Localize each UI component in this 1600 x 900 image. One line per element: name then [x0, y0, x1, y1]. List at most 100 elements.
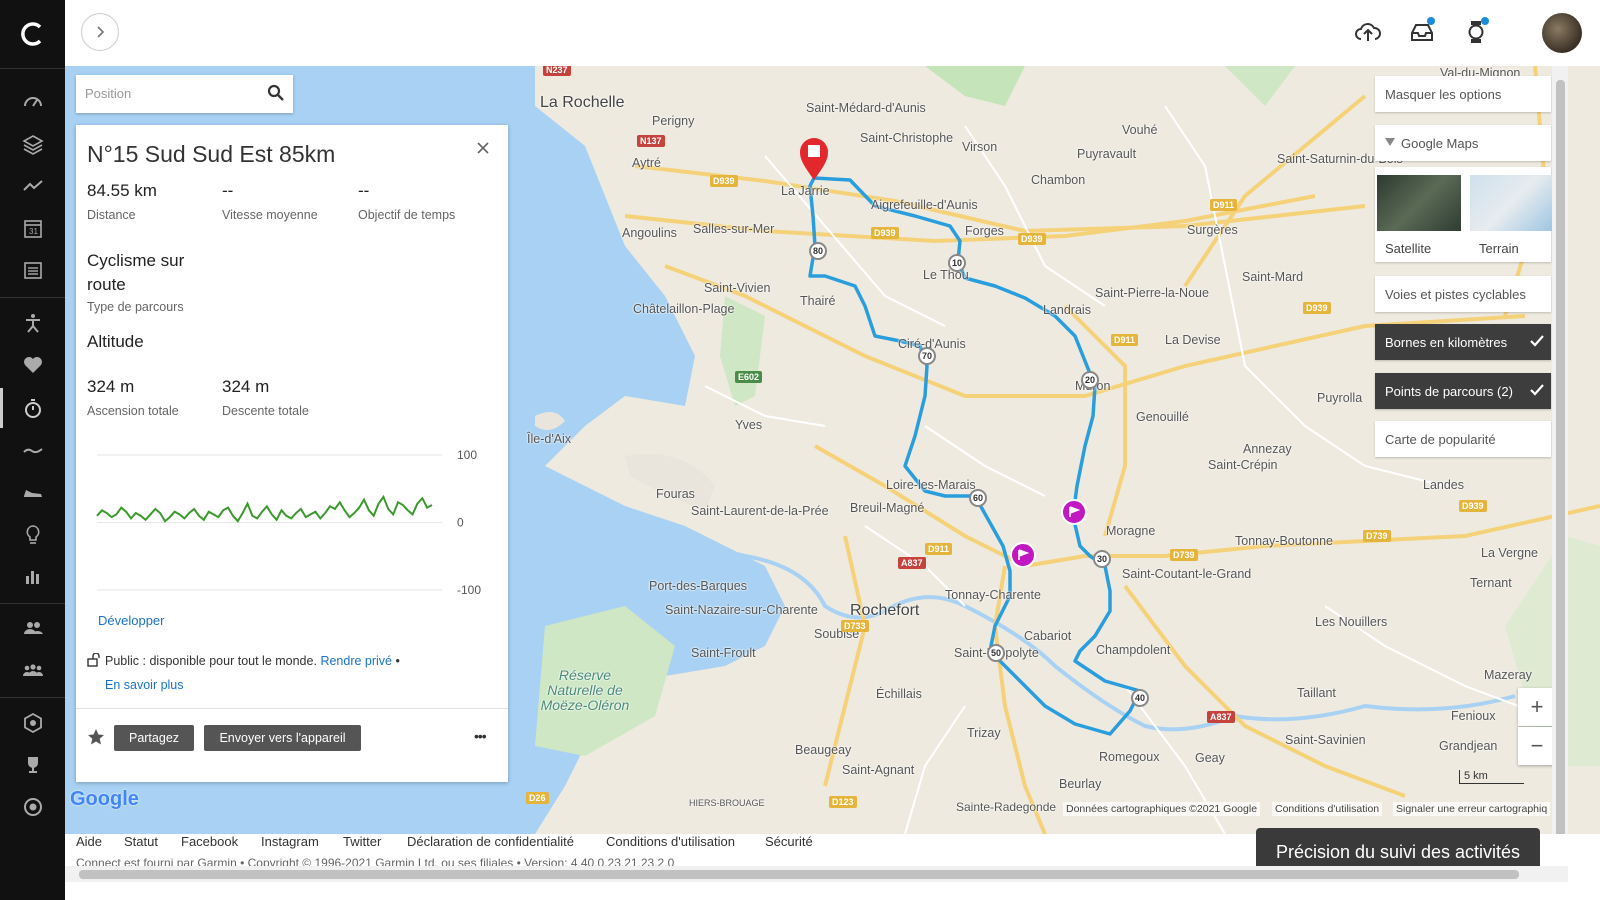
layers-icon[interactable]	[0, 127, 65, 161]
course-point-flag-icon[interactable]	[1010, 542, 1036, 568]
road-shield: D739	[1363, 530, 1391, 542]
hide-options-button[interactable]: Masquer les options	[1375, 76, 1551, 112]
course-points-toggle[interactable]: Points de parcours (2)	[1375, 373, 1551, 409]
scrollbar-thumb[interactable]	[1556, 80, 1565, 840]
popularity-map-toggle[interactable]: Carte de popularité	[1375, 421, 1551, 457]
map-type-picker: Satellite Terrain	[1375, 167, 1554, 262]
garmin-connect-logo[interactable]	[0, 14, 65, 54]
search-icon[interactable]	[267, 84, 285, 102]
km-markers-toggle[interactable]: Bornes en kilomètres	[1375, 324, 1551, 360]
favorite-star-icon[interactable]	[87, 728, 105, 746]
swim-icon[interactable]	[0, 433, 65, 467]
target-icon[interactable]	[0, 790, 65, 824]
map-label: Beaugeay	[795, 743, 852, 757]
satellite-label[interactable]: Satellite	[1385, 241, 1431, 256]
footer-link-privacy[interactable]: Déclaration de confidentialité	[407, 834, 574, 849]
map-type-dropdown[interactable]: Google Maps	[1375, 125, 1551, 161]
km-marker: 50	[987, 644, 1005, 662]
footer-link-twitter[interactable]: Twitter	[343, 834, 381, 849]
map-label: Puyravault	[1077, 147, 1137, 161]
map-label: Port-des-Barques	[649, 579, 747, 593]
bike-lanes-toggle[interactable]: Voies et pistes cyclables	[1375, 276, 1551, 312]
calendar-icon[interactable]: 31	[0, 211, 65, 245]
footer-link-facebook[interactable]: Facebook	[181, 834, 238, 849]
footer-link-help[interactable]: Aide	[76, 834, 102, 849]
connections-icon[interactable]	[0, 611, 65, 645]
training-icon[interactable]	[0, 306, 65, 340]
map-label: Vouhé	[1122, 123, 1158, 137]
course-point-flag-icon[interactable]	[1061, 499, 1087, 525]
map-label: Champdolent	[1096, 643, 1171, 657]
share-button[interactable]: Partagez	[114, 725, 194, 751]
dashboard-icon[interactable]	[0, 85, 65, 119]
map-label: Saint-Médard-d'Aunis	[806, 101, 926, 115]
zoom-out-button[interactable]: −	[1518, 727, 1556, 765]
map-terms-link[interactable]: Conditions d'utilisation	[1272, 802, 1383, 816]
terrain-label[interactable]: Terrain	[1479, 241, 1519, 256]
public-status-text: Public : disponible pour tout le monde.	[105, 654, 317, 668]
course-title: N°15 Sud Sud Est 85km	[87, 141, 336, 167]
stopwatch-icon[interactable]	[0, 391, 65, 425]
map-label: Cabariot	[1024, 629, 1072, 643]
km-marker: 30	[1093, 550, 1111, 568]
map-label: Perigny	[652, 114, 695, 128]
close-icon[interactable]	[476, 141, 490, 155]
footer-link-instagram[interactable]: Instagram	[261, 834, 319, 849]
expand-link[interactable]: Développer	[98, 613, 165, 628]
watch-icon[interactable]	[1461, 17, 1491, 47]
course-points-label: Points de parcours (2)	[1385, 383, 1513, 399]
time-goal-label: Objectif de temps	[358, 208, 456, 222]
learn-more-link[interactable]: En savoir plus	[105, 678, 184, 692]
expand-nav-button[interactable]	[81, 13, 119, 51]
insights-bulb-icon[interactable]	[0, 517, 65, 551]
km-marker: 40	[1131, 689, 1149, 707]
road-shield: D939	[871, 227, 899, 239]
start-pin-icon[interactable]	[798, 136, 830, 182]
terrain-thumbnail[interactable]	[1470, 175, 1554, 231]
vertical-scrollbar[interactable]	[1552, 66, 1568, 866]
map-label: Annezay	[1243, 442, 1292, 456]
map-label: Loire-les-Marais	[886, 478, 976, 492]
footer-link-terms[interactable]: Conditions d'utilisation	[606, 834, 735, 849]
km-marker: 60	[969, 489, 987, 507]
map-label: Grandjean	[1439, 739, 1498, 753]
km-marker: 10	[948, 254, 966, 272]
trophy-icon[interactable]	[0, 748, 65, 782]
activity-icon[interactable]	[0, 169, 65, 203]
report-error-link[interactable]: Signaler une erreur cartographiq	[1393, 802, 1551, 816]
map-label: Fouras	[656, 487, 695, 501]
scrollbar-thumb[interactable]	[79, 870, 1519, 879]
zoom-in-button[interactable]: +	[1518, 688, 1556, 726]
road-shield: D911	[925, 543, 953, 555]
shoe-icon[interactable]	[0, 475, 65, 509]
position-search[interactable]	[76, 75, 293, 113]
satellite-thumbnail[interactable]	[1377, 175, 1461, 231]
map-label: Landrais	[1043, 303, 1091, 317]
stats-bar-icon[interactable]	[0, 559, 65, 593]
unlock-icon	[87, 653, 100, 667]
health-heart-icon[interactable]	[0, 348, 65, 382]
reports-icon[interactable]	[0, 253, 65, 287]
more-options-button[interactable]: •••	[474, 728, 487, 744]
horizontal-scrollbar[interactable]	[65, 866, 1568, 882]
road-shield: D733	[841, 620, 869, 632]
upload-cloud-icon[interactable]	[1353, 17, 1383, 47]
road-shield: D939	[1459, 500, 1487, 512]
road-shield: D911	[1210, 199, 1238, 211]
badges-icon[interactable]	[0, 706, 65, 740]
map-label: Saint-Nazaire-sur-Charente	[665, 603, 818, 617]
avatar[interactable]	[1542, 13, 1582, 53]
inbox-icon[interactable]	[1407, 17, 1437, 47]
map-data-attribution: Données cartographiques ©2021 Google	[1063, 802, 1261, 816]
search-input[interactable]	[83, 85, 257, 102]
panel-divider	[76, 708, 508, 709]
footer-link-status[interactable]: Statut	[124, 834, 158, 849]
footer-link-security[interactable]: Sécurité	[765, 834, 813, 849]
elevation-chart: 100 0 -100	[96, 448, 481, 597]
course-info-panel: N°15 Sud Sud Est 85km 84.55 km Distance …	[76, 125, 508, 782]
send-to-device-button[interactable]: Envoyer vers l'appareil	[204, 725, 361, 751]
map-scale: 5 km	[1459, 770, 1524, 784]
make-private-link[interactable]: Rendre privé	[320, 654, 392, 668]
svg-text:31: 31	[29, 227, 38, 236]
groups-icon[interactable]	[0, 653, 65, 687]
